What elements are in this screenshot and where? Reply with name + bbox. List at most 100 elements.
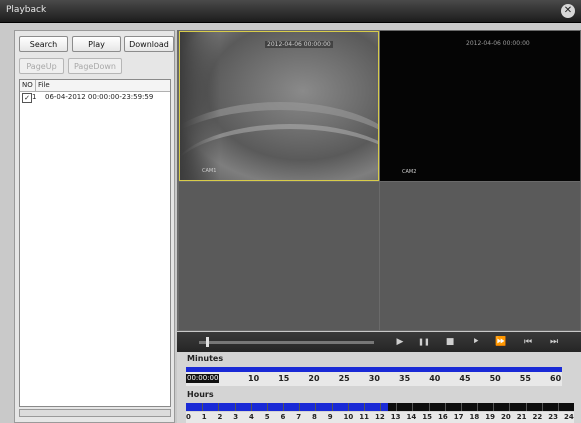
close-button[interactable]: ✕ xyxy=(561,4,575,18)
column-header-no[interactable]: NO xyxy=(20,80,36,91)
hour-tick-label: 1 xyxy=(201,413,207,421)
hour-divider xyxy=(283,403,284,411)
hour-divider xyxy=(396,403,398,411)
hour-tick-label: 19 xyxy=(485,413,495,421)
minute-tick-label: 35 xyxy=(399,374,411,383)
hour-divider xyxy=(557,403,559,411)
hour-divider xyxy=(250,403,252,411)
minute-tick-label: 55 xyxy=(519,374,531,383)
progress-track[interactable] xyxy=(199,341,374,344)
download-button[interactable]: Download xyxy=(124,36,174,52)
channel-2-timestamp: 2012-04-06 00:00:00 xyxy=(466,40,530,47)
hour-divider xyxy=(444,403,446,411)
hour-divider xyxy=(347,403,349,411)
hour-tick-label: 13 xyxy=(390,413,401,421)
search-button[interactable]: Search xyxy=(19,36,68,52)
hour-divider xyxy=(493,403,495,411)
hour-tick-label: 24 xyxy=(564,413,574,421)
column-header-file[interactable]: File xyxy=(36,80,170,91)
hour-tick-label: 3 xyxy=(233,413,239,421)
hour-tick-label: 5 xyxy=(264,413,270,421)
hour-tick-label: 21 xyxy=(516,413,527,421)
hour-tick-label: 4 xyxy=(249,413,254,421)
hour-tick-label: 8 xyxy=(312,413,317,421)
list-item[interactable]: ✓ 1 06-04-2012 00:00:00-23:59:59 xyxy=(20,92,170,103)
hour-tick-label: 11 xyxy=(359,413,369,421)
stop-icon[interactable]: ■ xyxy=(443,336,457,348)
page-up-button[interactable]: PageUp xyxy=(19,58,64,74)
playback-control-bar: ▶ ❚❚ ■ ⯈ ⏩ ⏮ ⏭ xyxy=(177,332,581,352)
hour-tick-label: 15 xyxy=(422,413,432,421)
playback-window: Playback ✕ Search Play Download PageUp P… xyxy=(0,0,581,423)
hour-divider xyxy=(477,403,478,411)
channel-1-timestamp: 2012-04-06 00:00:00 xyxy=(265,41,333,48)
hour-tick-label: 10 xyxy=(343,413,354,421)
hour-divider xyxy=(299,403,301,411)
page-down-button[interactable]: PageDown xyxy=(68,58,122,74)
minute-tick-label: 20 xyxy=(308,374,320,383)
skip-back-icon[interactable]: ⏮ xyxy=(521,336,535,348)
hour-tick-label: 9 xyxy=(327,413,333,421)
hour-divider xyxy=(525,403,527,411)
fast-forward-icon[interactable]: ⏩ xyxy=(493,336,509,348)
play-button[interactable]: Play xyxy=(72,36,121,52)
video-grid: 2012-04-06 00:00:00 CAM1 2012-04-06 00:0… xyxy=(177,30,581,331)
minute-tick-label: 25 xyxy=(338,374,350,383)
hour-tick-label: 20 xyxy=(501,413,511,421)
current-time-readout: 00:00:00 xyxy=(186,374,220,383)
horizontal-scrollbar[interactable] xyxy=(19,409,171,417)
title-bar: Playback ✕ xyxy=(0,0,581,23)
hour-tick-label: 18 xyxy=(469,413,480,421)
hour-divider xyxy=(315,403,317,411)
hour-divider xyxy=(202,403,204,411)
row-file-name: 06-04-2012 00:00:00-23:59:59 xyxy=(45,93,154,101)
file-list[interactable]: NO File ✓ 1 06-04-2012 00:00:00-23:59:59 xyxy=(19,79,171,407)
hour-divider xyxy=(460,403,462,411)
hour-divider xyxy=(509,403,511,411)
minutes-label: Minutes xyxy=(187,354,224,363)
video-channel-4[interactable] xyxy=(380,182,580,330)
minute-tick-label: 50 xyxy=(489,374,501,383)
step-forward-icon[interactable]: ⯈ xyxy=(469,336,483,348)
hour-tick-label: 16 xyxy=(438,413,448,421)
skip-forward-icon[interactable]: ⏭ xyxy=(547,336,561,348)
hour-tick-label: 2 xyxy=(217,413,223,421)
left-panel: Search Play Download PageUp PageDown NO … xyxy=(14,30,175,423)
channel-1-label: CAM1 xyxy=(202,168,217,174)
video-channel-2[interactable]: 2012-04-06 00:00:00 CAM2 xyxy=(380,31,580,181)
list-header: NO File xyxy=(20,80,170,92)
timeline-panel: Minutes 10 15 20 25 30 35 40 45 50 55 60 00:00:00 … xyxy=(177,352,581,423)
hour-divider xyxy=(331,403,333,411)
hour-tick-label: 6 xyxy=(280,413,286,421)
play-icon[interactable]: ▶ xyxy=(393,336,407,348)
hour-divider xyxy=(363,403,365,411)
hour-divider xyxy=(266,403,268,411)
hours-timeline-bar[interactable] xyxy=(186,403,574,411)
video-frame-shadow xyxy=(180,32,220,180)
hour-divider xyxy=(541,403,543,411)
pause-icon[interactable]: ❚❚ xyxy=(417,336,431,348)
minute-tick-label: 40 xyxy=(429,374,441,383)
row-checkbox[interactable]: ✓ xyxy=(22,93,32,103)
hour-tick-label: 22 xyxy=(532,413,543,421)
minute-tick-label: 30 xyxy=(368,374,380,383)
hour-divider xyxy=(412,403,414,411)
recorded-segment xyxy=(186,403,388,411)
hour-tick-label: 17 xyxy=(453,413,464,421)
hour-divider xyxy=(234,403,236,411)
hours-label: Hours xyxy=(187,390,214,399)
video-channel-1[interactable]: 2012-04-06 00:00:00 CAM1 xyxy=(179,31,379,181)
minute-tick-label: 45 xyxy=(459,374,471,383)
hour-tick-label: 23 xyxy=(548,413,558,421)
minutes-scale: 10 15 20 25 30 35 40 45 50 55 60 xyxy=(186,372,562,386)
hour-tick-label: 12 xyxy=(375,413,385,421)
minute-tick-label: 15 xyxy=(278,374,290,383)
hour-tick-label: 0 xyxy=(186,413,191,421)
hour-tick-label: 14 xyxy=(406,413,417,421)
channel-2-label: CAM2 xyxy=(402,169,417,175)
hour-divider xyxy=(218,403,220,411)
progress-slider-thumb[interactable] xyxy=(206,337,209,347)
hour-tick-label: 7 xyxy=(296,413,302,421)
video-channel-3[interactable] xyxy=(179,182,379,330)
hour-divider xyxy=(428,403,430,411)
